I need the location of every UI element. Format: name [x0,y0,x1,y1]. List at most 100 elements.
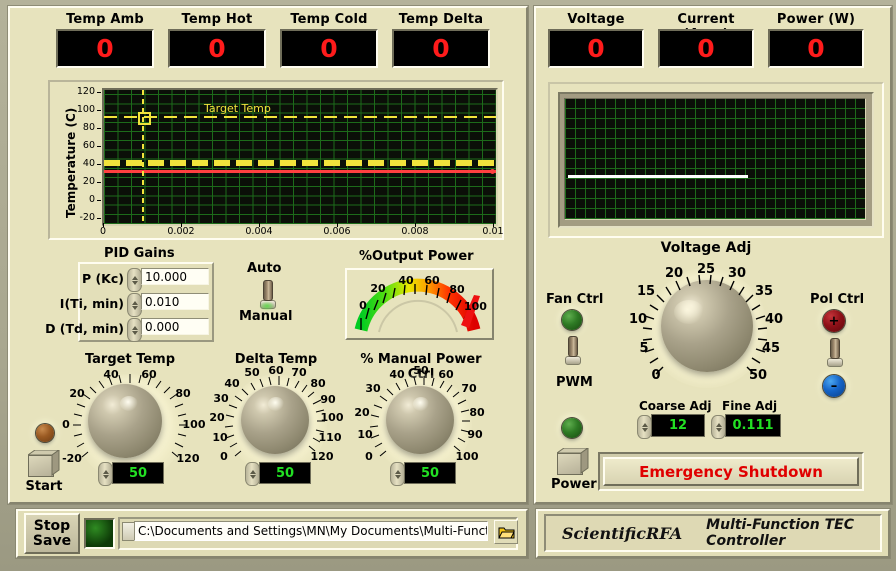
brand-product: Multi-Function TEC Controller [706,517,854,549]
pid-label-i: I(Ti, min) [59,296,124,311]
pol-ctrl-minus-led: – [823,375,845,397]
emergency-shutdown-button[interactable]: Emergency Shutdown [603,457,859,486]
knob-spinner[interactable] [98,462,113,486]
chart-annotation: Target Temp [204,102,271,115]
knob-tick: 120 [310,450,334,463]
pid-input-i[interactable]: 0.010 [141,293,209,310]
readout-label: Temp Delta [398,12,484,27]
chart-plot-area[interactable]: Target Temp [102,88,498,226]
knob-tick: 20 [354,406,370,419]
knob-tick: 70 [461,382,477,395]
chart-y-tick: 20 [82,176,95,187]
knob-tick: 80 [175,387,191,400]
chart-y-tick: 60 [82,140,95,151]
knob-tick: 10 [628,312,648,327]
knob-tick: 0 [220,450,228,463]
readout-label: Temp Amb [66,12,144,27]
chart-gridlines [104,90,496,224]
power-led [562,418,582,438]
knob-tick: -20 [62,452,82,465]
knob-tick: 35 [754,284,774,299]
knob-tick: 20 [664,266,684,281]
knob-tick: 15 [636,284,656,299]
readout-temp-cold: Temp Cold 0 [280,12,378,68]
fan-ctrl-switch[interactable] [563,336,581,365]
gauge-tick-40: 40 [398,274,414,287]
mode-label-auto: Auto [247,261,282,276]
knob-tick: 80 [310,377,326,390]
chart-x-tick: 0.006 [323,226,351,237]
readout-screen: 0 [168,29,266,68]
stop-save-button[interactable]: Stop Save [24,513,80,554]
readout-screen: 0 [392,29,490,68]
knob-tick: 100 [320,411,344,424]
coarse-adj-display[interactable]: 12 [651,414,705,437]
power-button[interactable] [557,448,591,478]
auto-manual-switch[interactable] [258,280,276,311]
knob-digital-display[interactable]: 50 [259,462,311,484]
readout-screen: 0 [658,29,754,68]
scope-gridlines [565,99,865,219]
knob-tick: 10 [357,428,373,441]
gauge-tick-20: 20 [370,282,386,295]
knob-manual-power: % Manual Power Ctrl 0 10 20 30 40 50 [354,352,485,486]
readout-value: 0 [320,34,338,63]
chart-cursor-vertical[interactable] [142,90,144,224]
pid-spinner-p[interactable] [127,268,142,292]
stop-save-line2: Save [32,532,72,549]
file-path-input[interactable]: C:\Documents and Settings\MN\My Document… [134,521,488,541]
pid-spinner-d[interactable] [127,318,142,342]
chart-x-tick: 0.01 [482,226,504,237]
chart-series-setpoint [104,160,496,166]
minus-icon: – [830,378,838,394]
start-button-3d [28,450,60,476]
application-window: Temp Amb 0 Temp Hot 0 Temp Cold 0 Temp D… [0,0,896,571]
knob-value: 50 [275,465,295,481]
pid-input-p[interactable]: 10.000 [141,268,209,285]
knob-tick: 45 [761,341,781,356]
knob-spinner[interactable] [390,462,405,486]
knob-digital-display[interactable]: 50 [112,462,164,484]
readout-current: Current (Amp) 0 [658,12,754,68]
gauge-tick-0: 0 [359,299,367,312]
coarse-adj-spinner[interactable] [637,415,652,439]
fine-adj-value: 0.111 [732,418,774,433]
readout-temp-delta: Temp Delta 0 [392,12,490,68]
knob-value: 50 [420,465,440,481]
readout-value: 0 [807,34,825,63]
start-button[interactable] [28,450,62,480]
switch-base [827,358,843,367]
pid-input-d[interactable]: 0.000 [141,318,209,335]
output-power-title: %Output Power [359,249,474,264]
coarse-adj-value: 12 [668,418,688,433]
chart-y-tick: -20 [79,212,95,223]
knob-tick: 60 [438,368,454,381]
pol-ctrl-switch[interactable] [825,338,843,367]
knob-digital-display[interactable]: 50 [404,462,456,484]
readout-label: Temp Cold [290,12,368,27]
knob-tick: 30 [365,382,381,395]
fine-adj-display[interactable]: 0.111 [725,414,781,437]
knob-tick: 120 [176,452,200,465]
knob-spinner[interactable] [245,462,260,486]
knob-tick: 25 [696,262,716,277]
scope-display[interactable] [564,98,866,220]
chart-cursor-marker[interactable] [138,112,151,125]
pid-label-p: P (Kc) [81,271,124,286]
emergency-shutdown-label: Emergency Shutdown [639,462,823,481]
knob-tick: 40 [224,377,240,390]
knob-tick: 30 [213,392,229,405]
coarse-adj-label: Coarse Adj [639,399,712,413]
chart-x-tick: 0 [99,226,107,237]
brand-name: ScientificRFA [562,523,683,543]
pid-spinner-i[interactable] [127,293,142,317]
browse-folder-button[interactable] [494,520,518,544]
readout-power: Power (W) 0 [768,12,864,68]
knob-tick: 40 [764,312,784,327]
readout-value: 0 [587,34,605,63]
readout-screen: 0 [56,29,154,68]
switch-base [565,356,581,365]
fine-adj-spinner[interactable] [711,415,726,439]
knob-tick: 80 [469,406,485,419]
pid-label-d: D (Td, min) [45,321,124,336]
